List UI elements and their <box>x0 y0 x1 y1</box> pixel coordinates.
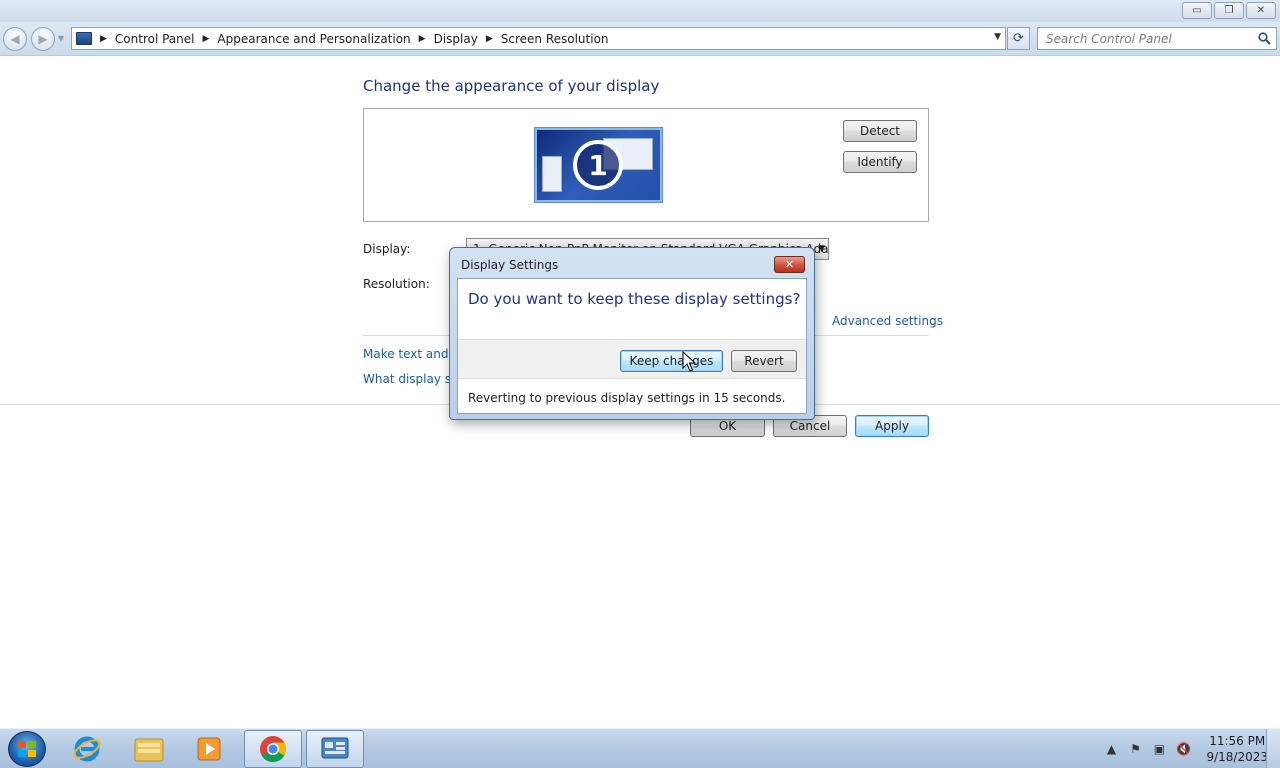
taskbar-control-panel[interactable] <box>306 730 364 768</box>
dialog-body: Do you want to keep these display settin… <box>457 278 807 414</box>
clock-date: 9/18/2023 <box>1206 750 1268 764</box>
show-hidden-icons-icon[interactable]: ▲ <box>1104 742 1118 756</box>
monitor-number-badge: 1 <box>573 140 623 190</box>
control-panel-icon <box>321 737 349 759</box>
taskbar-file-explorer[interactable] <box>120 730 178 768</box>
start-button[interactable] <box>8 731 46 767</box>
minimize-button[interactable]: ▭ <box>1182 2 1212 19</box>
system-tray: ▲ ⚑ ▣ 🔇 11:56 PM 9/18/2023 <box>1104 733 1268 765</box>
volume-muted-icon[interactable]: 🔇 <box>1176 742 1191 756</box>
search-input[interactable]: Search Control Panel <box>1037 27 1277 50</box>
breadcrumb-separator-icon[interactable]: ▶ <box>203 34 210 44</box>
restore-button[interactable]: ❐ <box>1214 2 1244 19</box>
display-settings-dialog: Display Settings ✕ Do you want to keep t… <box>449 247 815 420</box>
revert-countdown-text: Reverting to previous display settings i… <box>468 391 786 405</box>
window-title-bar: ▭ ❐ ✕ <box>0 0 1280 22</box>
dialog-close-button[interactable]: ✕ <box>774 256 805 273</box>
recent-pages-icon[interactable]: ▼ <box>58 34 64 43</box>
chevron-down-icon: ▼ <box>818 244 825 254</box>
detect-button[interactable]: Detect <box>843 120 917 142</box>
dialog-question: Do you want to keep these display settin… <box>468 290 801 308</box>
control-panel-icon <box>76 32 92 45</box>
advanced-settings-link[interactable]: Advanced settings <box>832 314 943 328</box>
action-center-flag-icon[interactable]: ⚑ <box>1128 742 1142 756</box>
back-button[interactable]: ◀ <box>3 27 27 51</box>
clock[interactable]: 11:56 PM 9/18/2023 <box>1206 733 1268 765</box>
address-dropdown-icon[interactable]: ▼ <box>994 32 1001 42</box>
windows-logo-icon <box>18 741 36 757</box>
forward-button[interactable]: ▶ <box>31 27 55 51</box>
resolution-label: Resolution: <box>363 277 430 291</box>
monitor-arrangement-panel: 1 Detect Identify <box>363 108 929 222</box>
taskbar-internet-explorer[interactable] <box>58 730 116 768</box>
dialog-button-strip: Keep changes Revert <box>458 339 806 379</box>
apply-button[interactable]: Apply <box>855 415 929 437</box>
window-controls: ▭ ❐ ✕ <box>1182 2 1276 19</box>
media-player-icon <box>197 737 221 761</box>
show-desktop-button[interactable] <box>1266 729 1280 768</box>
mouse-cursor-icon <box>682 351 696 372</box>
breadcrumb-display[interactable]: Display <box>434 32 478 46</box>
display-label: Display: <box>363 242 411 256</box>
internet-explorer-icon <box>73 736 101 762</box>
breadcrumb-screen-resolution[interactable]: Screen Resolution <box>501 32 609 46</box>
breadcrumb-control-panel[interactable]: Control Panel <box>115 32 195 46</box>
close-window-button[interactable]: ✕ <box>1246 2 1276 19</box>
navigation-bar: ◀ ▶ ▼ ▶ Control Panel ▶ Appearance and P… <box>0 22 1280 56</box>
keep-changes-button[interactable]: Keep changes <box>620 350 723 372</box>
taskbar-chrome[interactable] <box>244 730 302 768</box>
breadcrumb-separator-icon: ▶ <box>100 33 107 44</box>
taskbar-media-player[interactable] <box>180 730 238 768</box>
address-bar[interactable]: ▶ Control Panel ▶ Appearance and Persona… <box>71 27 1006 50</box>
file-explorer-icon <box>134 738 164 762</box>
revert-button[interactable]: Revert <box>731 350 797 372</box>
identify-button[interactable]: Identify <box>843 151 917 173</box>
network-icon[interactable]: ▣ <box>1152 742 1166 756</box>
taskbar: ▲ ⚑ ▣ 🔇 11:56 PM 9/18/2023 <box>0 728 1280 768</box>
clock-time: 11:56 PM <box>1209 734 1266 748</box>
search-placeholder: Search Control Panel <box>1046 31 1172 46</box>
monitor-1-icon[interactable]: 1 <box>535 128 662 202</box>
dialog-title: Display Settings <box>461 258 559 272</box>
monitor-window-thumbnail <box>542 156 562 192</box>
chrome-icon <box>260 736 287 763</box>
breadcrumb: ▶ Control Panel ▶ Appearance and Persona… <box>92 32 609 46</box>
breadcrumb-separator-icon[interactable]: ▶ <box>419 34 426 44</box>
refresh-button[interactable]: ⟳ <box>1007 27 1030 50</box>
page-title: Change the appearance of your display <box>363 77 660 95</box>
search-icon[interactable] <box>1258 32 1271 45</box>
breadcrumb-separator-icon[interactable]: ▶ <box>486 34 493 44</box>
breadcrumb-appearance[interactable]: Appearance and Personalization <box>217 32 410 46</box>
